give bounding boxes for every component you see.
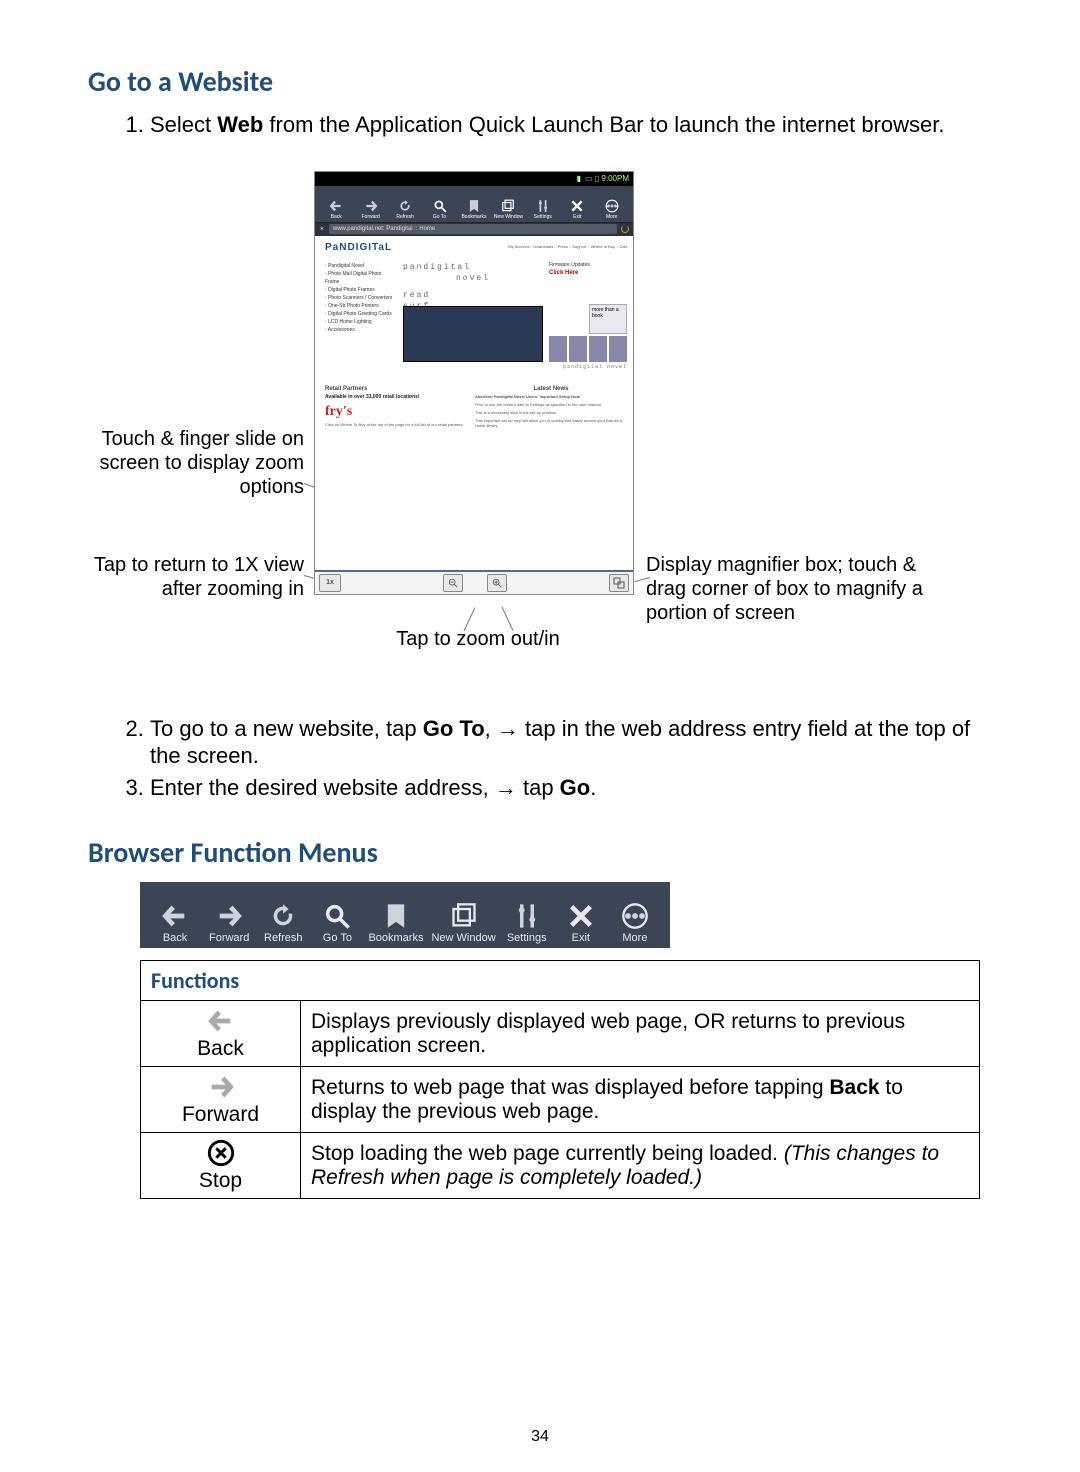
tb-bookmarks[interactable]: Bookmarks [368, 902, 423, 944]
site-right: Firmware Updates Click Here [549, 262, 627, 276]
tb-newwindow[interactable]: New Window [431, 902, 495, 944]
table-row: Forward Returns to web page that was dis… [141, 1067, 980, 1133]
tb-settings[interactable]: Settings [504, 902, 550, 944]
pd-novel: pandigital novel [563, 364, 627, 370]
back-icon [207, 1007, 235, 1035]
zoom-out-button[interactable] [443, 574, 463, 592]
step-1: Select Web from the Application Quick La… [150, 111, 992, 139]
row-desc: Returns to web page that was displayed b… [301, 1067, 980, 1133]
row-label: Back [197, 1037, 244, 1060]
functions-table: Functions Back Displays previously displ… [140, 960, 980, 1199]
mini-more[interactable]: More [595, 199, 629, 220]
mini-refresh[interactable]: Refresh [388, 199, 422, 220]
forward-icon [207, 1073, 235, 1101]
zoom-in-button[interactable] [487, 574, 507, 592]
web-content: PaNDIGITaL My Account :: Downloads :: Pr… [315, 236, 633, 572]
step1-pre: Select [150, 112, 217, 137]
zoom-bar: 1x [315, 570, 633, 594]
step1-post: from the Application Quick Launch Bar to… [263, 112, 944, 137]
row-desc: Stop loading the web page currently bein… [301, 1133, 980, 1199]
site-topnav: My Account :: Downloads :: Press :: Supp… [508, 244, 627, 249]
tb-more[interactable]: More [612, 902, 658, 944]
site-leftnav: Pandigital Novel Photo Mail Digital Phot… [325, 262, 395, 334]
latest-news: Latest News Attention Pandigital Novel U… [475, 386, 627, 432]
step1-bold: Web [217, 112, 263, 137]
callout-return-1x: Tap to return to 1X view after zooming i… [88, 553, 304, 601]
site-hero-image [403, 306, 543, 362]
tb-refresh[interactable]: Refresh [260, 902, 306, 944]
mini-back[interactable]: Back [319, 199, 353, 220]
mini-bookmarks[interactable]: Bookmarks [457, 199, 491, 220]
tb-back[interactable]: Back [152, 902, 198, 944]
page-number: 34 [0, 1428, 1080, 1446]
stop-icon [207, 1139, 235, 1167]
mini-toolbar: Back Forward Refresh Go To Bookmarks New… [315, 186, 633, 222]
steps-list-cont: To go to a new website, tap Go To, → tap… [88, 715, 992, 802]
row-label: Stop [199, 1169, 242, 1192]
steps-list: Select Web from the Application Quick La… [88, 111, 992, 139]
status-bar: ▮▭ ▯ 9:00PM [315, 172, 633, 186]
step-2: To go to a new website, tap Go To, → tap… [150, 715, 992, 770]
zoom-1x-button[interactable]: 1x [319, 574, 341, 592]
browser-figure: Touch & finger slide on screen to displa… [88, 171, 992, 691]
magnifier-button[interactable] [609, 574, 629, 592]
table-row: Stop Stop loading the web page currently… [141, 1133, 980, 1199]
url-bar[interactable]: ✶ www.pandigital.net: Pandigital :: Home [315, 222, 633, 236]
callout-magnifier: Display magnifier box; touch & drag corn… [646, 553, 946, 625]
mini-newwindow[interactable]: New Window [491, 199, 525, 220]
table-row: Back Displays previously displayed web p… [141, 1001, 980, 1067]
tb-exit[interactable]: Exit [558, 902, 604, 944]
tb-goto[interactable]: Go To [314, 902, 360, 944]
url-text: www.pandigital.net: Pandigital :: Home [329, 224, 617, 234]
callout-zoom-inout: Tap to zoom out/in [388, 627, 568, 651]
row-desc: Displays previously displayed web page, … [301, 1001, 980, 1067]
mini-goto[interactable]: Go To [422, 199, 456, 220]
row-label: Forward [182, 1103, 259, 1126]
status-time: 9:00PM [601, 174, 629, 183]
toolbar-figure: Back Forward Refresh Go To Bookmarks New… [140, 882, 670, 948]
heading-browser-menus: Browser Function Menus [88, 835, 992, 870]
site-logo: PaNDIGITaL [325, 242, 392, 253]
heading-go-to-website: Go to a Website [88, 64, 992, 99]
step-3: Enter the desired website address, → tap… [150, 774, 992, 802]
tb-forward[interactable]: Forward [206, 902, 252, 944]
retail-partners: Retail Partners Available in over 33,000… [325, 386, 465, 427]
tablet-screenshot: ▮▭ ▯ 9:00PM Back Forward Refresh Go To B… [314, 171, 634, 595]
mini-settings[interactable]: Settings [526, 199, 560, 220]
functions-header: Functions [141, 961, 980, 1001]
thumbs [549, 336, 627, 362]
more-than-book: more than a book [589, 304, 627, 334]
mini-forward[interactable]: Forward [353, 199, 387, 220]
callout-touch-slide: Touch & finger slide on screen to displa… [88, 427, 304, 499]
mini-exit[interactable]: Exit [560, 199, 594, 220]
